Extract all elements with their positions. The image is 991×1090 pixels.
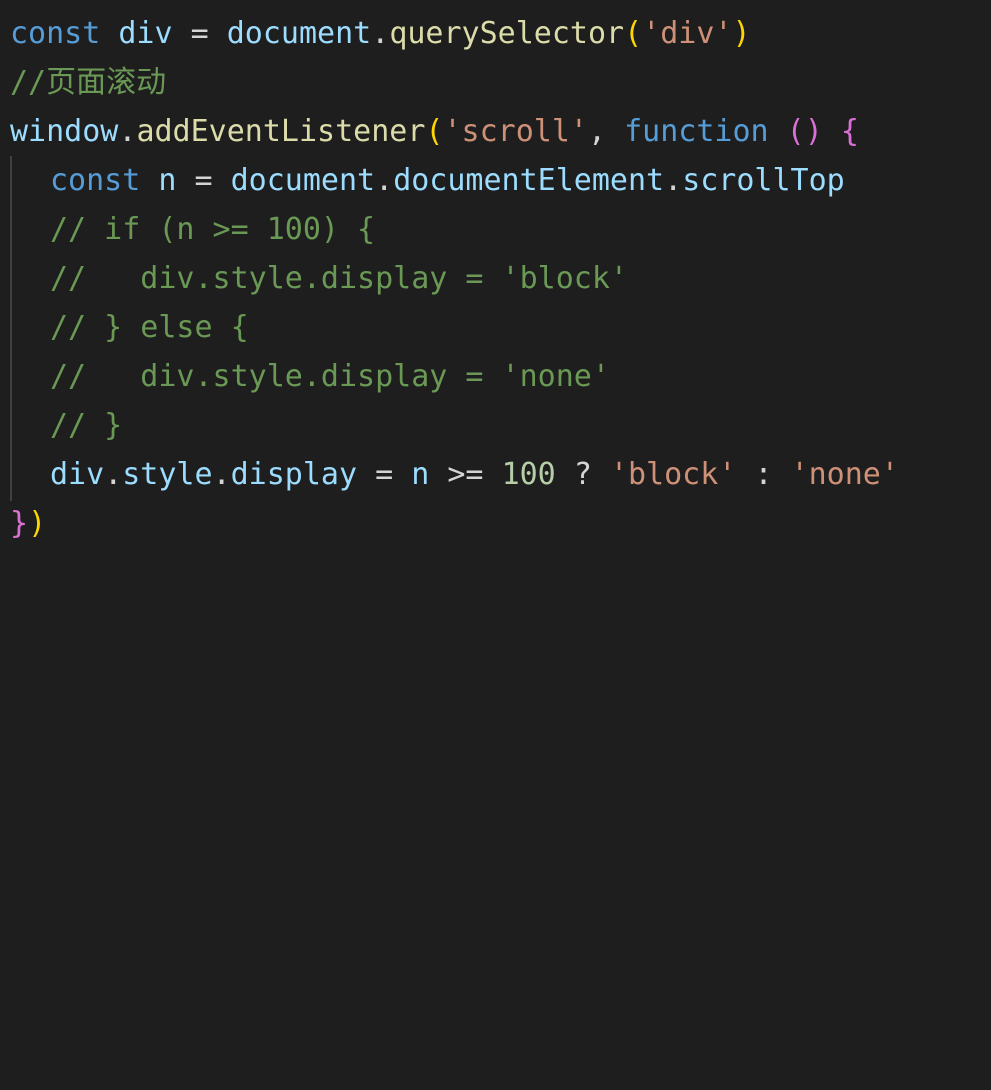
keyword-const: const bbox=[10, 16, 101, 51]
string-block: 'block' bbox=[609, 457, 737, 492]
code-line-3[interactable]: window.addEventListener('scroll', functi… bbox=[10, 107, 859, 156]
property-scrolltop: scrollTop bbox=[682, 163, 845, 198]
keyword-function: function bbox=[624, 114, 769, 149]
dot: . bbox=[664, 163, 683, 198]
code-line-8[interactable]: // div.style.display = 'none' bbox=[50, 352, 610, 401]
comment: // div.style.display = 'block' bbox=[50, 261, 628, 296]
code-line-4[interactable]: const n = document.documentElement.scrol… bbox=[50, 156, 845, 205]
variable-n: n bbox=[158, 163, 177, 198]
operator-assign: = bbox=[375, 457, 394, 492]
variable-div: div bbox=[118, 16, 173, 51]
dot: . bbox=[104, 457, 123, 492]
variable-div: div bbox=[50, 457, 105, 492]
variable-n: n bbox=[411, 457, 430, 492]
code-editor[interactable]: const div = document.querySelector('div'… bbox=[0, 0, 991, 545]
operator-gte: >= bbox=[447, 457, 484, 492]
property-style: style bbox=[122, 457, 213, 492]
number-100: 100 bbox=[501, 457, 556, 492]
identifier-window: window bbox=[10, 114, 119, 149]
code-line-7[interactable]: // } else { bbox=[50, 303, 249, 352]
paren-close: ) bbox=[28, 506, 47, 541]
property-documentelement: documentElement bbox=[393, 163, 665, 198]
comment: //页面滚动 bbox=[10, 65, 167, 100]
paren-open: ( bbox=[425, 114, 444, 149]
function-addeventlistener: addEventListener bbox=[136, 114, 426, 149]
paren-close: ) bbox=[732, 16, 751, 51]
params-parens: () bbox=[786, 114, 823, 149]
identifier-document: document bbox=[226, 16, 372, 51]
comment: // } bbox=[50, 408, 123, 443]
clipped-previous-line bbox=[0, 0, 10, 7]
indent-guide bbox=[10, 156, 12, 501]
operator-ternary-q: ? bbox=[573, 457, 592, 492]
dot: . bbox=[375, 163, 394, 198]
comment: // div.style.display = 'none' bbox=[50, 359, 610, 394]
code-line-10[interactable]: div.style.display = n >= 100 ? 'block' :… bbox=[50, 450, 899, 499]
code-line-9[interactable]: // } bbox=[50, 401, 122, 450]
brace-open: { bbox=[840, 114, 859, 149]
dot: . bbox=[118, 114, 137, 149]
code-line-1[interactable]: const div = document.querySelector('div'… bbox=[10, 9, 751, 58]
property-display: display bbox=[230, 457, 358, 492]
operator-ternary-colon: : bbox=[754, 457, 773, 492]
paren-open: ( bbox=[624, 16, 643, 51]
dot: . bbox=[371, 16, 390, 51]
comment: // } else { bbox=[50, 310, 249, 345]
comma: , bbox=[587, 114, 607, 149]
identifier-document: document bbox=[230, 163, 376, 198]
code-line-5[interactable]: // if (n >= 100) { bbox=[50, 205, 375, 254]
brace-close: } bbox=[10, 506, 29, 541]
code-line-6[interactable]: // div.style.display = 'block' bbox=[50, 254, 628, 303]
dot: . bbox=[212, 457, 231, 492]
string-div: 'div' bbox=[642, 16, 733, 51]
code-line-11[interactable]: }) bbox=[10, 499, 46, 548]
operator-assign: = bbox=[190, 16, 209, 51]
string-none: 'none' bbox=[790, 457, 899, 492]
keyword-const: const bbox=[50, 163, 141, 198]
comment: // if (n >= 100) { bbox=[50, 212, 376, 247]
string-scroll: 'scroll' bbox=[443, 114, 588, 149]
operator-assign: = bbox=[194, 163, 213, 198]
code-line-2[interactable]: //页面滚动 bbox=[10, 58, 166, 107]
function-queryselector: querySelector bbox=[389, 16, 625, 51]
